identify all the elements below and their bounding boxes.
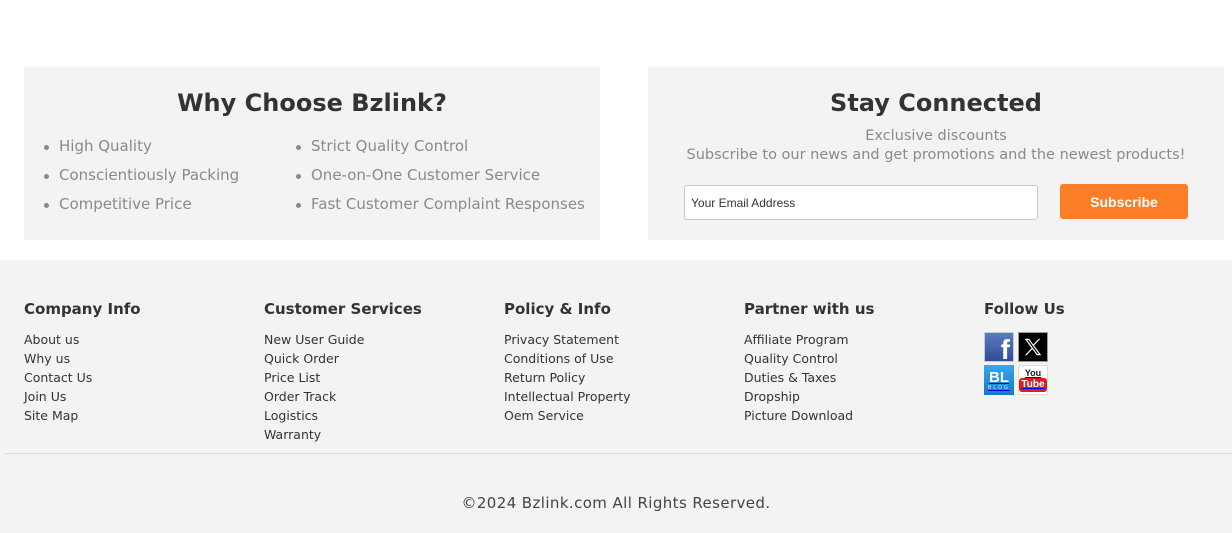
email-input[interactable] <box>684 185 1038 220</box>
customer-services-heading: Customer Services <box>264 300 422 318</box>
join-us-link[interactable]: Join Us <box>24 389 66 404</box>
company-info-column: Company Info About us Why us Contact Us … <box>24 300 141 427</box>
why-choose-title: Why Choose Bzlink? <box>177 89 447 117</box>
why-choose-item: Strict Quality Control <box>294 137 585 166</box>
footer-divider <box>5 453 1232 454</box>
conditions-of-use-link[interactable]: Conditions of Use <box>504 351 614 366</box>
site-footer: Company Info About us Why us Contact Us … <box>0 260 1232 533</box>
order-track-link[interactable]: Order Track <box>264 389 336 404</box>
picture-download-link[interactable]: Picture Download <box>744 408 853 423</box>
copyright-text: ©2024 Bzlink.com All Rights Reserved. <box>461 494 771 512</box>
return-policy-link[interactable]: Return Policy <box>504 370 585 385</box>
new-user-guide-link[interactable]: New User Guide <box>264 332 364 347</box>
partner-heading: Partner with us <box>744 300 875 318</box>
quick-order-link[interactable]: Quick Order <box>264 351 339 366</box>
follow-us-heading: Follow Us <box>984 300 1065 318</box>
intellectual-property-link[interactable]: Intellectual Property <box>504 389 631 404</box>
duties-taxes-link[interactable]: Duties & Taxes <box>744 370 836 385</box>
company-info-heading: Company Info <box>24 300 141 318</box>
dropship-link[interactable]: Dropship <box>744 389 800 404</box>
youtube-icon[interactable]: You Tube <box>1018 365 1048 395</box>
privacy-statement-link[interactable]: Privacy Statement <box>504 332 619 347</box>
about-us-link[interactable]: About us <box>24 332 79 347</box>
why-choose-item: Competitive Price <box>42 195 239 224</box>
why-choose-list-left: High Quality Conscientiously Packing Com… <box>42 137 239 224</box>
why-choose-item: High Quality <box>42 137 239 166</box>
x-twitter-icon[interactable] <box>1018 332 1048 362</box>
stay-connected-title: Stay Connected <box>830 89 1042 117</box>
policy-info-heading: Policy & Info <box>504 300 611 318</box>
why-choose-item: Conscientiously Packing <box>42 166 239 195</box>
why-us-link[interactable]: Why us <box>24 351 70 366</box>
blog-icon[interactable]: BL BLOG <box>984 365 1014 395</box>
warranty-link[interactable]: Warranty <box>264 427 321 442</box>
follow-us-column: Follow Us f BL BLOG You Tube <box>984 300 1065 395</box>
logistics-link[interactable]: Logistics <box>264 408 318 423</box>
affiliate-program-link[interactable]: Affiliate Program <box>744 332 849 347</box>
why-choose-item: Fast Customer Complaint Responses <box>294 195 585 224</box>
partner-column: Partner with us Affiliate Program Qualit… <box>744 300 874 427</box>
facebook-icon[interactable]: f <box>984 332 1014 362</box>
quality-control-link[interactable]: Quality Control <box>744 351 838 366</box>
subscribe-description: Subscribe to our news and get promotions… <box>686 147 1186 163</box>
stay-connected-panel: Stay Connected Exclusive discounts Subsc… <box>648 67 1224 240</box>
subscribe-button[interactable]: Subscribe <box>1060 184 1188 219</box>
exclusive-discounts-text: Exclusive discounts <box>865 128 1007 144</box>
policy-info-column: Policy & Info Privacy Statement Conditio… <box>504 300 631 427</box>
contact-us-link[interactable]: Contact Us <box>24 370 92 385</box>
site-map-link[interactable]: Site Map <box>24 408 78 423</box>
why-choose-item: One-on-One Customer Service <box>294 166 585 195</box>
oem-service-link[interactable]: Oem Service <box>504 408 584 423</box>
customer-services-column: Customer Services New User Guide Quick O… <box>264 300 422 446</box>
why-choose-list-right: Strict Quality Control One-on-One Custom… <box>294 137 585 224</box>
price-list-link[interactable]: Price List <box>264 370 320 385</box>
why-choose-panel: Why Choose Bzlink? High Quality Conscien… <box>24 67 600 240</box>
